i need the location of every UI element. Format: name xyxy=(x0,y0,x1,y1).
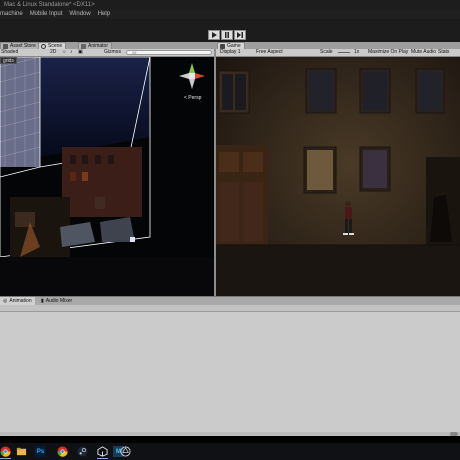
tab-audio-mixer[interactable]: ▮ Audio Mixer xyxy=(38,297,75,305)
tab-audio-mixer-label: Audio Mixer xyxy=(45,298,73,304)
scene-orientation-gizmo[interactable] xyxy=(177,61,207,91)
photoshop-icon[interactable]: Ps xyxy=(35,446,46,457)
unity-hub-icon[interactable] xyxy=(120,446,131,457)
pause-button[interactable] xyxy=(221,30,233,40)
tab-game[interactable]: Game xyxy=(217,42,245,49)
game-view[interactable] xyxy=(216,57,460,296)
scrollbar-thumb[interactable] xyxy=(450,432,458,436)
game-viewport-render xyxy=(216,57,460,296)
display-dropdown[interactable]: Display 1 xyxy=(220,49,241,56)
aspect-dropdown[interactable]: Free Aspect xyxy=(256,49,283,56)
file-explorer-icon[interactable] xyxy=(16,446,27,457)
scene-icon xyxy=(41,43,46,49)
scene-view[interactable] xyxy=(0,57,214,296)
scene-viewport-render xyxy=(0,57,214,296)
taskbar-active-indicator xyxy=(0,458,11,459)
menu-item-help[interactable]: Help xyxy=(98,10,110,19)
animation-icon: ◎ xyxy=(3,298,8,304)
unity-icon[interactable] xyxy=(97,446,108,457)
stats-toggle[interactable]: Stats xyxy=(438,49,449,56)
menu-item-window[interactable]: Window xyxy=(69,10,90,19)
game-icon xyxy=(220,43,225,49)
window-title: Mac & Linux Standalone* <DX11> xyxy=(4,2,95,8)
lighting-toggle-icon[interactable]: ☼ xyxy=(62,49,67,56)
timeline-horizontal-scrollbar[interactable] xyxy=(0,432,460,436)
audio-mixer-icon: ▮ xyxy=(41,298,44,304)
scale-label: Scale xyxy=(320,49,333,55)
gizmos-dropdown[interactable]: Gizmos xyxy=(104,49,121,56)
scale-slider[interactable] xyxy=(338,52,350,53)
scale-value: 1x xyxy=(354,49,360,55)
os-taskbar xyxy=(0,443,460,460)
mute-audio-toggle[interactable]: Mute Audio xyxy=(411,49,436,56)
menu-bar: machine Mobile Input Window Help xyxy=(0,10,460,19)
tab-scene[interactable]: Scene xyxy=(38,42,67,49)
steam-icon[interactable] xyxy=(77,446,88,457)
perspective-label[interactable]: < Persp xyxy=(184,95,201,101)
step-icon xyxy=(237,32,243,38)
play-controls xyxy=(208,30,247,40)
menu-item-machine[interactable]: machine xyxy=(0,10,23,19)
shading-dropdown[interactable]: Shaded xyxy=(1,49,18,56)
play-button[interactable] xyxy=(208,30,220,40)
chrome-icon[interactable] xyxy=(0,446,11,457)
tab-asset-store[interactable]: Asset Store xyxy=(0,42,40,49)
animator-icon xyxy=(81,43,86,49)
pause-icon xyxy=(225,32,229,38)
step-button[interactable] xyxy=(234,30,246,40)
tab-animator[interactable]: Animator xyxy=(78,42,113,49)
effects-toggle-icon[interactable]: ▣ xyxy=(78,49,83,56)
scene-toolbar: Shaded 2D ☼ ♪ ▣ Gizmos All xyxy=(0,49,214,57)
window-title-bar: Mac & Linux Standalone* <DX11> xyxy=(0,0,460,10)
scene-search-input[interactable]: All xyxy=(126,50,212,55)
animation-timeline-area[interactable] xyxy=(0,312,460,436)
menu-item-mobile-input[interactable]: Mobile Input xyxy=(30,10,63,19)
taskbar-active-indicator xyxy=(97,458,108,459)
store-icon xyxy=(3,43,8,49)
audio-toggle-icon[interactable]: ♪ xyxy=(70,49,73,56)
play-icon xyxy=(212,32,217,38)
animation-toolbar xyxy=(0,305,460,312)
scene-search-placeholder: All xyxy=(132,50,137,55)
game-toolbar: Display 1 Free Aspect Scale 1x Maximize … xyxy=(216,49,460,57)
tab-animation[interactable]: ◎ Animation xyxy=(0,297,35,305)
toggle-2d-button[interactable]: 2D xyxy=(50,49,56,56)
tab-animation-label: Animation xyxy=(9,298,32,304)
grids-overlay-label: grids xyxy=(0,57,17,64)
chrome-icon[interactable] xyxy=(57,446,68,457)
maximize-on-play-toggle[interactable]: Maximize On Play xyxy=(368,49,408,56)
